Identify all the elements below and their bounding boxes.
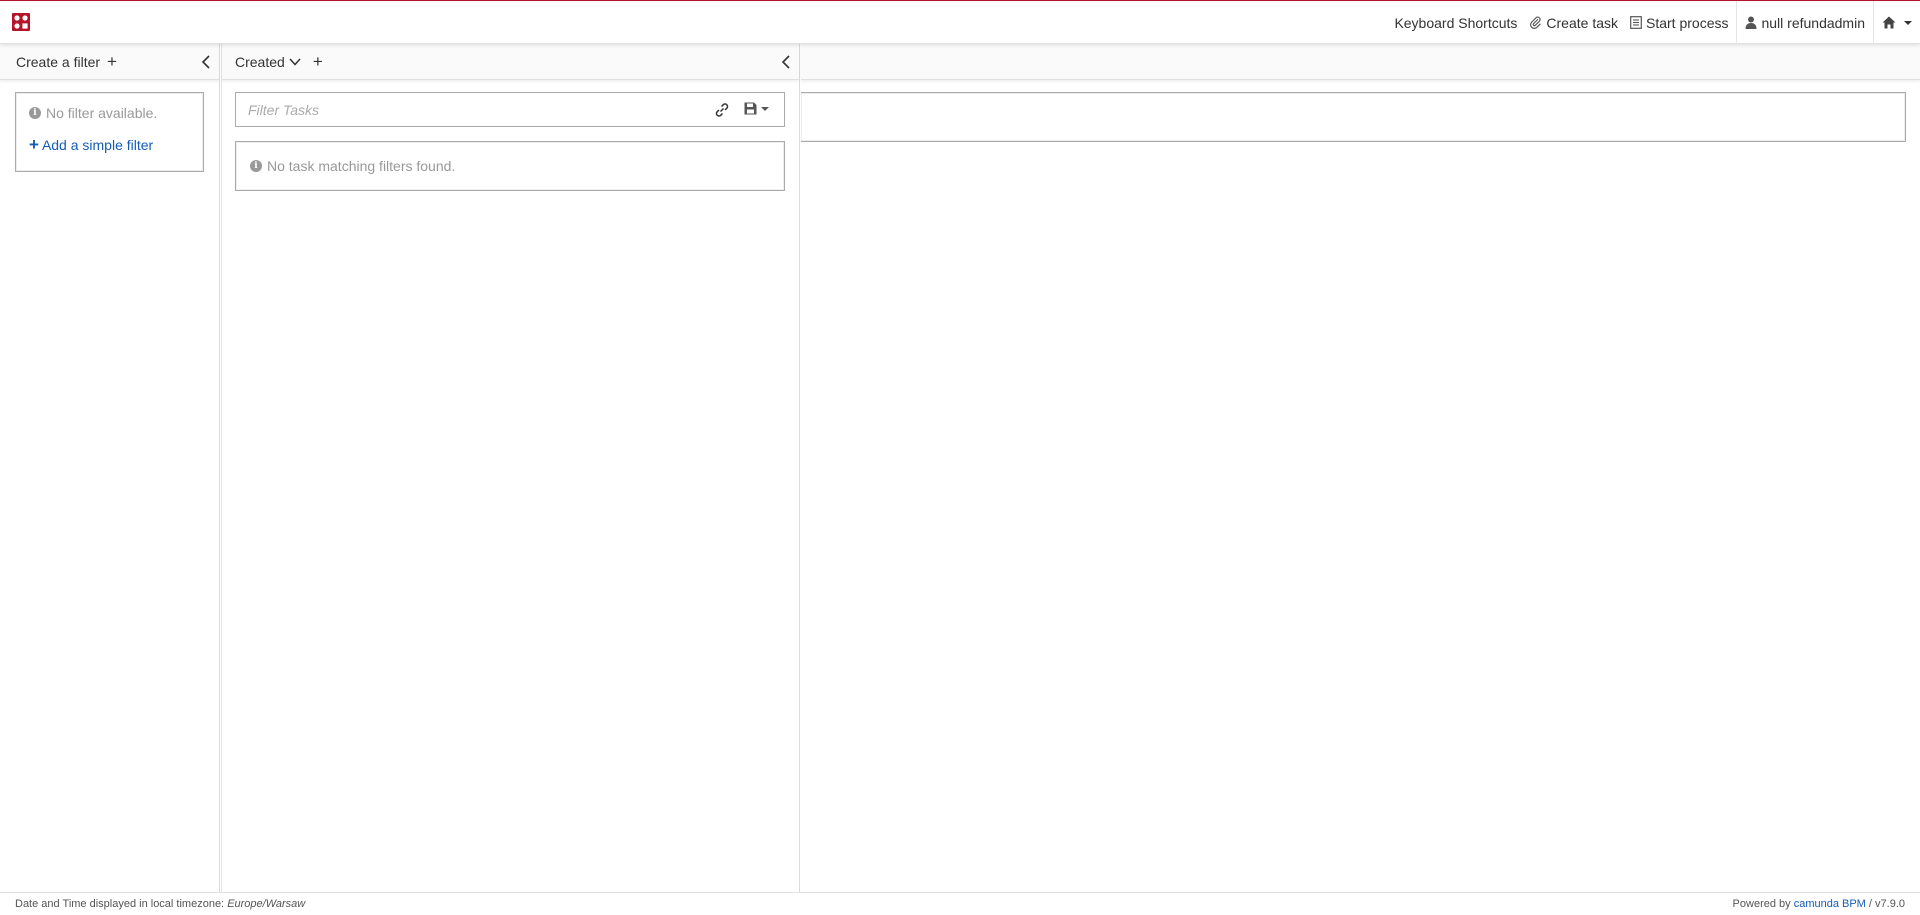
no-filter-message: i No filter available. [29,105,190,121]
user-name-label: null refundadmin [1761,14,1865,31]
no-task-text: No task matching filters found. [267,158,456,174]
top-navbar: Keyboard Shortcuts Create task Start pro… [0,0,1920,44]
start-process-link[interactable]: Start process [1624,1,1734,44]
create-task-label: Create task [1546,14,1618,31]
create-task-link[interactable]: Create task [1523,1,1624,44]
timezone-label: Date and Time displayed in local timezon… [15,898,225,910]
start-process-label: Start process [1646,14,1729,31]
info-circle-icon: i [250,160,262,172]
keyboard-shortcuts-link[interactable]: Keyboard Shortcuts [1388,1,1523,44]
link-icon[interactable] [714,102,730,118]
caret-down-icon [761,106,769,111]
navbar-divider [1736,1,1738,44]
plus-icon: + [29,135,39,154]
filter-tasks-input[interactable] [236,93,706,126]
no-filter-text: No filter available. [46,105,158,121]
task-detail-column [801,44,1920,892]
version-label: / v7.9.0 [1868,898,1905,910]
navbar-actions: Keyboard Shortcuts Create task Start pro… [1388,1,1920,44]
chevron-down-icon[interactable] [288,57,302,67]
filter-tasks-search [235,92,785,127]
add-filter-plus-icon[interactable]: + [107,53,117,70]
navbar-divider [1873,1,1874,44]
list-icon [1630,16,1642,29]
add-simple-filter-label: Add a simple filter [41,136,154,153]
powered-by: Powered by camunda BPM / v7.9.0 [1733,898,1905,910]
timezone-value: Europe/Warsaw [227,898,306,910]
footer: Date and Time displayed in local timezon… [0,892,1920,915]
add-simple-filter-link[interactable]: + Add a simple filter [29,136,190,153]
no-task-message: i No task matching filters found. [250,158,455,174]
chevron-left-icon[interactable] [779,54,793,70]
home-icon [1882,16,1896,29]
task-detail-panel [801,92,1906,142]
camunda-logo-icon[interactable] [11,12,31,32]
caret-down-icon [1904,20,1912,25]
user-icon [1745,16,1757,29]
keyboard-shortcuts-label: Keyboard Shortcuts [1394,14,1518,31]
create-filter-label[interactable]: Create a filter [0,54,100,70]
save-search-dropdown[interactable] [744,102,769,115]
paperclip-icon [1530,16,1542,29]
task-detail-header [801,44,1920,80]
powered-by-label: Powered by [1732,898,1791,910]
task-list: i No task matching filters found. [235,141,785,191]
user-menu[interactable]: null refundadmin [1739,1,1871,44]
floppy-disk-icon [744,102,757,115]
filters-header: Create a filter + [0,44,219,80]
timezone-info: Date and Time displayed in local timezon… [15,898,305,910]
filter-list: i No filter available. + Add a simple fi… [15,92,204,172]
chevron-left-icon[interactable] [199,54,213,70]
add-sorting-plus-icon[interactable]: + [313,53,323,70]
sort-by-label[interactable]: Created [222,54,285,70]
tasks-header: Created + [222,44,799,80]
tasks-column: Created + i No task matching filters [221,44,800,892]
filters-column: Create a filter + i No filter available.… [0,44,220,892]
camunda-bpm-link[interactable]: camunda BPM [1794,898,1866,910]
info-circle-icon: i [29,107,41,119]
home-menu[interactable] [1876,1,1920,44]
